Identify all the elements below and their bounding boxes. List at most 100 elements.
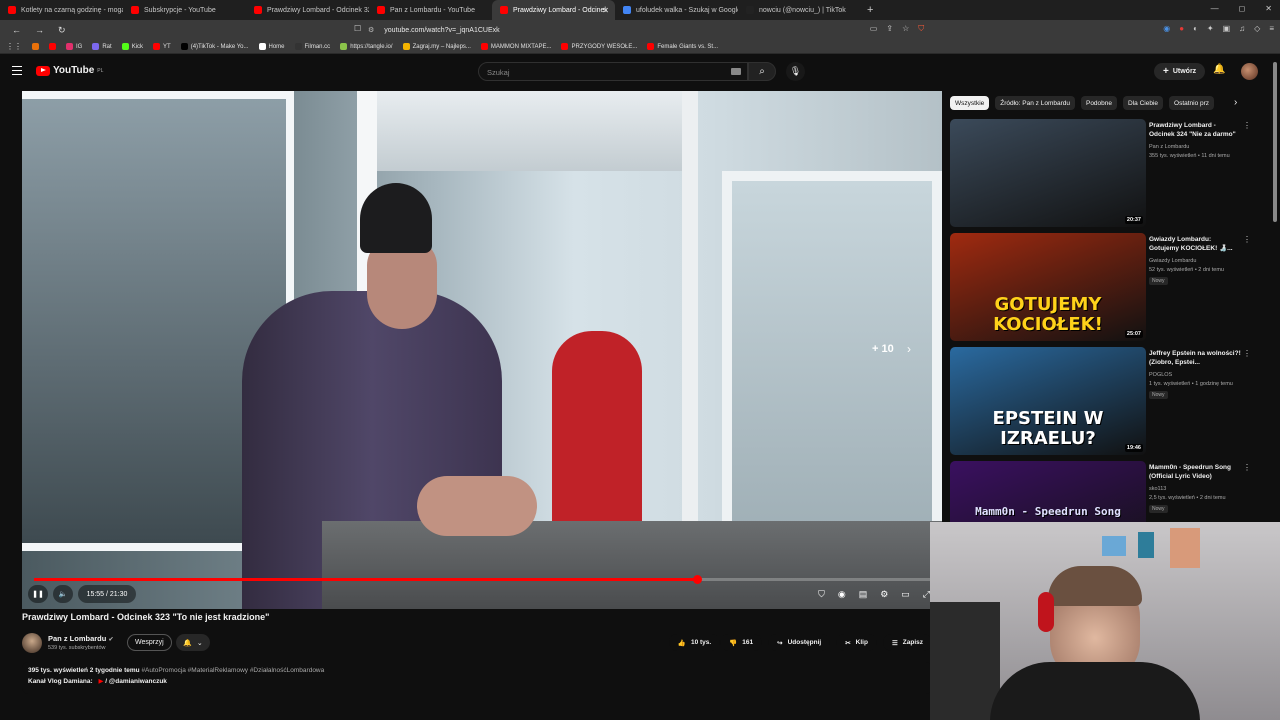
- new-tab-button[interactable]: +: [867, 4, 873, 16]
- bookmark-item[interactable]: Female Giants vs. St...: [647, 43, 718, 50]
- filter-chip[interactable]: Ostatnio prz: [1169, 96, 1215, 110]
- share-icon[interactable]: ⇪: [886, 24, 893, 34]
- bookmark-icon[interactable]: ☆: [902, 24, 909, 34]
- scrubber-handle[interactable]: [693, 575, 703, 584]
- filter-chip[interactable]: Wszystkie: [950, 96, 990, 110]
- reload-icon[interactable]: ↻: [58, 25, 66, 36]
- url-field[interactable]: ⚙ youtube.com/watch?v=_jqnA1CUExk: [368, 23, 908, 37]
- bookmark-item[interactable]: (4)TikTok - Make Yo...: [180, 43, 249, 50]
- sidebar-icon[interactable]: ▣: [1223, 24, 1231, 34]
- recommended-video[interactable]: GOTUJEMY KOCIOŁEK! 25:07 Gwiazdy Lombardu:…: [950, 233, 1251, 344]
- install-icon[interactable]: ▭: [870, 24, 878, 34]
- video-player[interactable]: + 10 › ❚❚ 🔈 15:55 / 21:30 ⛉ ◉ ▤ ⚙ ▭ ⤢: [22, 91, 942, 609]
- recommended-video-title[interactable]: Mamm0n - Speedrun Song (Official Lyric V…: [1149, 463, 1241, 481]
- youtube-logo[interactable]: YouTube PL: [36, 65, 103, 76]
- description-channel-link[interactable]: / @damianiwanczuk: [105, 678, 167, 685]
- browser-tab[interactable]: Subskrypcje - YouTube: [123, 0, 246, 20]
- page-scrollbar[interactable]: [1273, 62, 1277, 222]
- recommended-video-title[interactable]: Gwiazdy Lombardu: Gotujemy KOCIOŁEK! 🍶..…: [1149, 235, 1241, 253]
- account-avatar[interactable]: [1241, 63, 1258, 80]
- extension-1-icon[interactable]: ◉: [1163, 24, 1170, 34]
- share-button[interactable]: ↪ Udostępnij: [768, 634, 831, 651]
- extension-2-icon[interactable]: ●: [1179, 24, 1184, 34]
- video-thumbnail[interactable]: EPSTEIN W IZRAELU? 19:46: [950, 347, 1146, 455]
- forward-icon[interactable]: →: [35, 25, 44, 36]
- video-thumbnail[interactable]: GOTUJEMY KOCIOŁEK! 25:07: [950, 233, 1146, 341]
- search-input[interactable]: Szukaj: [478, 62, 748, 81]
- browser-tab[interactable]: Pan z Lombardu - YouTube: [369, 0, 492, 20]
- more-options-icon[interactable]: ⋮: [1243, 121, 1251, 130]
- filter-chip[interactable]: Dla Ciebie: [1123, 96, 1164, 110]
- recommended-video-channel[interactable]: Gwiazdy Lombardu: [1149, 258, 1196, 264]
- recommended-video-channel[interactable]: POGLOS: [1149, 372, 1172, 378]
- chevron-right-icon[interactable]: ›: [1234, 97, 1237, 108]
- menu-icon[interactable]: ≡: [1269, 24, 1274, 34]
- browser-tab[interactable]: nowciu (@nowciu_) | TikTok: [738, 0, 861, 20]
- brave-shield-icon[interactable]: ⛉: [918, 24, 924, 34]
- recommended-video-channel[interactable]: sko113: [1149, 486, 1166, 492]
- subtitles-icon[interactable]: ▤: [859, 589, 868, 600]
- dislike-button[interactable]: 👎 161: [720, 634, 763, 651]
- wallet-icon[interactable]: ◇: [1254, 24, 1260, 34]
- save-button[interactable]: ☰ Zapisz: [882, 634, 932, 651]
- clip-button[interactable]: ✂ Klip: [836, 634, 877, 651]
- chevron-right-icon[interactable]: ›: [907, 342, 911, 356]
- skip-forward-label[interactable]: + 10: [872, 343, 894, 355]
- video-thumbnail[interactable]: 20:37: [950, 119, 1146, 227]
- filter-chip[interactable]: Podobne: [1080, 96, 1118, 110]
- apps-grid-icon[interactable]: ⋮⋮: [6, 42, 22, 51]
- recommended-video[interactable]: 20:37 Prawdziwy Lombard - Odcinek 324 "Ni…: [950, 119, 1251, 230]
- recommended-video-channel[interactable]: Pan z Lombardu: [1149, 144, 1189, 150]
- bookmark-star-icon[interactable]: ☐: [354, 24, 361, 33]
- miniplayer-icon[interactable]: ▭: [901, 589, 910, 600]
- description-box[interactable]: 395 tys. wyświetleń 2 tygodnie temu #Aut…: [22, 662, 932, 694]
- bookmark-item[interactable]: Home: [258, 43, 285, 50]
- media-icon[interactable]: ♫: [1239, 24, 1245, 34]
- progress-bar[interactable]: [34, 575, 930, 584]
- settings-gear-icon[interactable]: ⚙: [880, 589, 888, 600]
- close-window-button[interactable]: ✕: [1265, 4, 1272, 13]
- more-options-icon[interactable]: ⋮: [1243, 235, 1251, 244]
- hashtags[interactable]: #AutoPromocja #MaterialReklamowy #Działa…: [141, 667, 324, 674]
- bookmark-item[interactable]: IG: [66, 43, 82, 50]
- voice-search-button[interactable]: 🎙: [786, 62, 805, 81]
- filter-chip[interactable]: Źródło: Pan z Lombardu: [995, 96, 1075, 110]
- keyboard-icon[interactable]: [731, 68, 741, 75]
- sponsor-shield-icon[interactable]: ⛉: [818, 589, 825, 600]
- support-button[interactable]: Wesprzyj: [127, 634, 172, 651]
- tab-close-icon[interactable]: ✕: [602, 6, 609, 15]
- more-options-icon[interactable]: ⋮: [1243, 349, 1251, 358]
- more-options-icon[interactable]: ⋮: [1243, 463, 1251, 472]
- play-pause-button[interactable]: ❚❚: [28, 585, 48, 603]
- bookmark-item[interactable]: Rat: [92, 43, 112, 50]
- bookmark-item[interactable]: https://tangle.io/: [340, 43, 393, 50]
- create-button[interactable]: + Utwórz: [1154, 63, 1206, 80]
- notification-settings-button[interactable]: 🔔 ⌄: [176, 634, 210, 651]
- extension-3-icon[interactable]: ◐: [1193, 24, 1198, 34]
- search-button[interactable]: ⌕: [748, 62, 776, 81]
- site-info-icon[interactable]: ⚙: [368, 26, 374, 34]
- bookmark-item[interactable]: PRZYGODY WESOŁE...: [561, 43, 637, 50]
- bookmark-item[interactable]: [32, 43, 39, 50]
- recommended-video-title[interactable]: Jeffrey Epstein na wolności?! (Ziobro, E…: [1149, 349, 1241, 367]
- browser-tab[interactable]: Kotlety na czarną godzinę - mogą st: [0, 0, 123, 20]
- minimize-button[interactable]: —: [1211, 4, 1219, 13]
- browser-tab[interactable]: Prawdziwy Lombard - Odcinek 327: [246, 0, 369, 20]
- hamburger-menu-icon[interactable]: [12, 66, 22, 75]
- bookmark-item[interactable]: Zagraj.my – Najleps...: [402, 43, 471, 50]
- extensions-icon[interactable]: ✦: [1207, 24, 1214, 34]
- recommended-video[interactable]: EPSTEIN W IZRAELU? 19:46 Jeffrey Epstein n…: [950, 347, 1251, 458]
- volume-button[interactable]: 🔈: [53, 585, 73, 603]
- bookmark-item[interactable]: Kick: [121, 43, 143, 50]
- browser-tab[interactable]: ufoludek walka - Szukaj w Google: [615, 0, 738, 20]
- bookmark-item[interactable]: YT: [153, 43, 171, 50]
- bookmark-item[interactable]: [49, 43, 56, 50]
- browser-tab[interactable]: Prawdziwy Lombard - Odcinek ✕: [492, 0, 615, 20]
- bookmark-item[interactable]: MAMMON MIXTAPE...: [480, 43, 551, 50]
- notifications-bell-icon[interactable]: 🔔: [1213, 64, 1225, 75]
- fullscreen-icon[interactable]: ⤢: [923, 589, 930, 600]
- like-button[interactable]: 👍 10 tys.: [668, 634, 721, 651]
- channel-avatar[interactable]: [22, 633, 42, 653]
- maximize-button[interactable]: ◻: [1239, 4, 1246, 13]
- autoplay-toggle-icon[interactable]: ◉: [838, 589, 846, 600]
